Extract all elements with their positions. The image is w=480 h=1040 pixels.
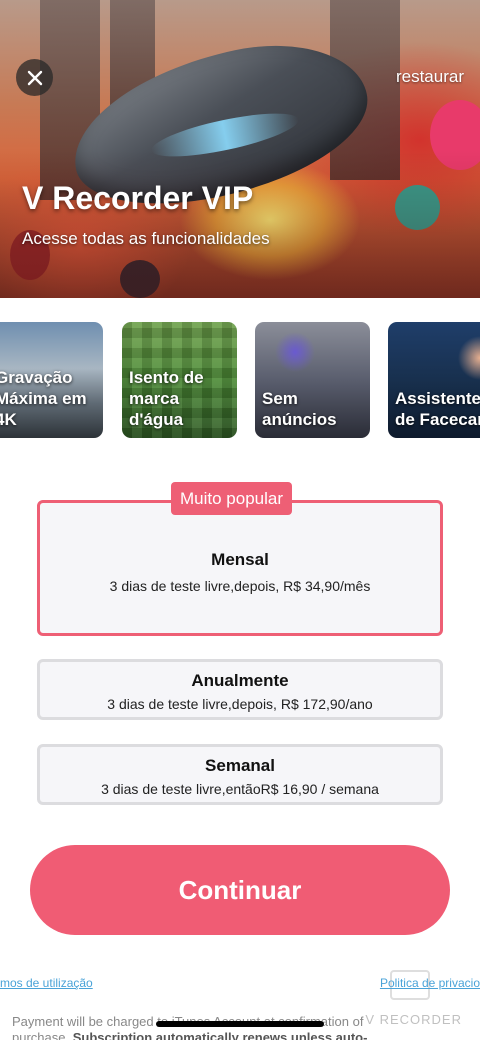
popular-badge: Muito popular — [171, 482, 293, 515]
plan-description: 3 dias de teste livre,entãoR$ 16,90 / se… — [101, 781, 379, 797]
continue-button[interactable]: Continuar — [30, 845, 450, 935]
terms-line-2: purchase. — [12, 1030, 73, 1040]
page-title: V Recorder VIP — [22, 180, 254, 216]
feature-carousel[interactable]: Gravação Máxima em 4K Isento de marca d'… — [0, 322, 480, 438]
home-indicator[interactable] — [156, 1021, 324, 1027]
feature-card-no-watermark: Isento de marca d'água — [122, 322, 237, 438]
terms-of-use-link[interactable]: mos de utilização — [0, 976, 93, 990]
feature-card-4k: Gravação Máxima em 4K — [0, 322, 103, 438]
restore-link[interactable]: restaurar — [396, 67, 464, 87]
feature-label: Gravação Máxima em 4K — [0, 368, 87, 429]
feature-card-no-ads: Sem anúncios — [255, 322, 370, 438]
plan-option-annual[interactable]: Anualmente 3 dias de teste livre,depois,… — [37, 659, 443, 720]
plan-description: 3 dias de teste livre,depois, R$ 172,90/… — [107, 696, 373, 712]
privacy-policy-link[interactable]: Politica de privacio — [380, 976, 480, 990]
hero-shade — [0, 150, 480, 298]
watermark-text: V RECORDER — [365, 1012, 462, 1027]
feature-label: Sem anúncios — [262, 389, 337, 429]
hero-banner: restaurar V Recorder VIP Acesse todas as… — [0, 0, 480, 298]
plan-option-weekly[interactable]: Semanal 3 dias de teste livre,entãoR$ 16… — [37, 744, 443, 805]
plan-name: Semanal — [205, 756, 275, 775]
page-subtitle: Acesse todas as funcionalidades — [22, 229, 270, 248]
close-icon — [27, 70, 42, 85]
plan-description: 3 dias de teste livre,depois, R$ 34,90/m… — [109, 578, 371, 594]
plan-option-monthly[interactable]: Mensal 3 dias de teste livre,depois, R$ … — [37, 500, 443, 636]
plan-name: Anualmente — [191, 671, 289, 690]
terms-line-2-bold: Subscription automatically renews unless… — [72, 1030, 368, 1040]
feature-label: Isento de marca d'água — [129, 368, 204, 429]
feature-label: Assistente de Facecam — [395, 389, 480, 429]
plan-name: Mensal — [211, 550, 269, 569]
close-button[interactable] — [16, 59, 53, 96]
feature-card-facecam: Assistente de Facecam — [388, 322, 480, 438]
